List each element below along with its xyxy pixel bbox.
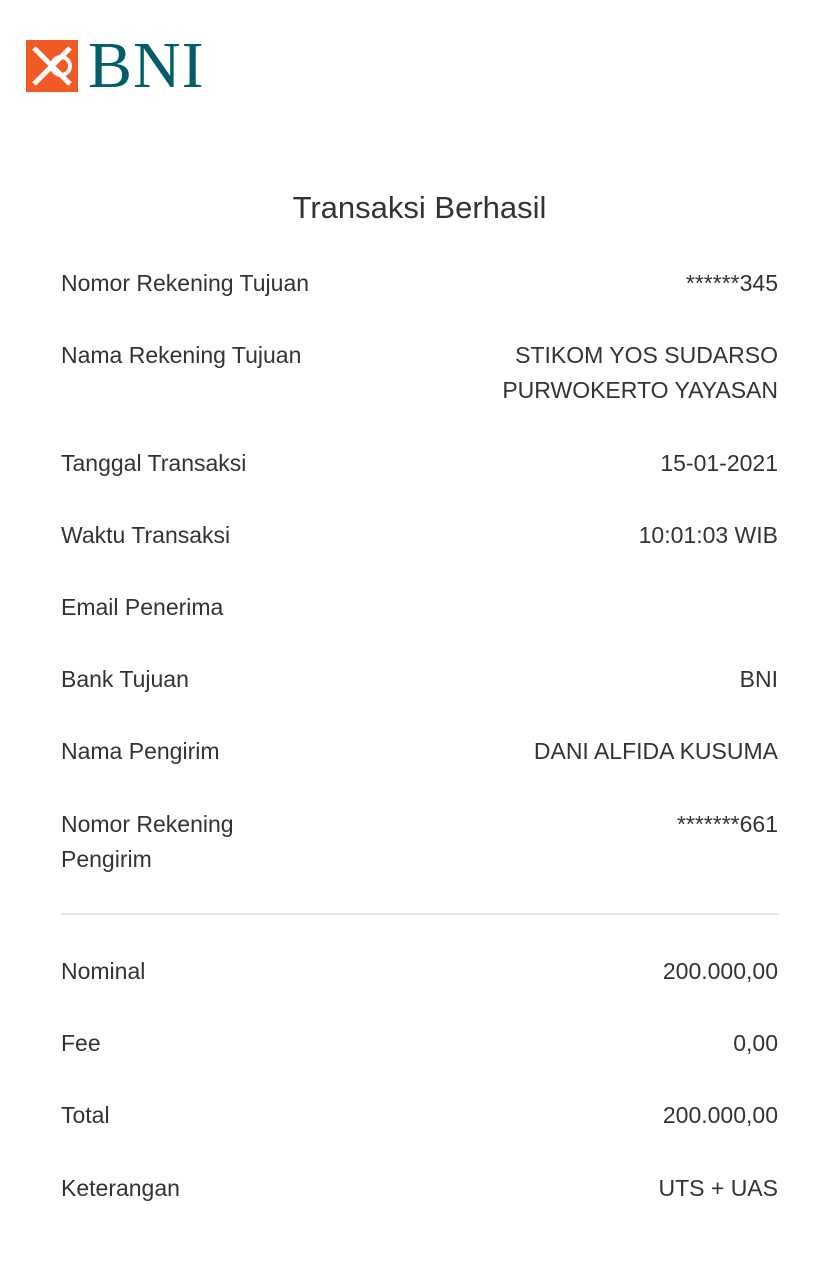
detail-label: Nama Pengirim xyxy=(61,738,220,764)
detail-row-nama-pengirim: Nama Pengirim DANI ALFIDA KUSUMA xyxy=(61,734,778,769)
detail-label: Bank Tujuan xyxy=(61,666,189,692)
detail-row-nama-rekening-tujuan: Nama Rekening Tujuan STIKOM YOS SUDARSO … xyxy=(61,338,778,408)
detail-row-tanggal-transaksi: Tanggal Transaksi 15-01-2021 xyxy=(61,446,778,481)
detail-value: STIKOM YOS SUDARSO PURWOKERTO YAYASAN xyxy=(502,342,778,403)
section-divider xyxy=(61,913,778,915)
amount-value: UTS + UAS xyxy=(658,1175,778,1201)
detail-label: Tanggal Transaksi xyxy=(61,450,247,476)
amount-row-nominal: Nominal 200.000,00 xyxy=(61,954,778,989)
amount-label: Total xyxy=(61,1102,110,1128)
detail-label: Nomor Rekening Pengirim xyxy=(61,811,234,872)
detail-value: BNI xyxy=(739,666,778,692)
amount-value: 0,00 xyxy=(733,1030,778,1056)
bni-logo-icon xyxy=(26,40,78,92)
amount-value: 200.000,00 xyxy=(662,1102,778,1128)
detail-value: 15-01-2021 xyxy=(660,450,778,476)
detail-row-waktu-transaksi: Waktu Transaksi 10:01:03 WIB xyxy=(61,518,778,553)
detail-label: Email Penerima xyxy=(61,594,224,620)
detail-label: Waktu Transaksi xyxy=(61,522,231,548)
detail-row-nomor-rekening-tujuan: Nomor Rekening Tujuan ******345 xyxy=(61,266,778,301)
detail-label: Nomor Rekening Tujuan xyxy=(61,270,310,296)
page-title: Transaksi Berhasil xyxy=(292,190,547,225)
bni-logo-text: BNI xyxy=(88,29,205,102)
detail-value: DANI ALFIDA KUSUMA xyxy=(533,738,778,764)
amount-row-keterangan: Keterangan UTS + UAS xyxy=(61,1171,778,1206)
amount-row-total: Total 200.000,00 xyxy=(61,1098,778,1133)
amount-row-fee: Fee 0,00 xyxy=(61,1026,778,1061)
detail-value: *******661 xyxy=(676,811,778,837)
amount-label: Nominal xyxy=(61,958,146,984)
amount-value: 200.000,00 xyxy=(662,958,778,984)
amount-label: Fee xyxy=(61,1030,101,1056)
detail-row-nomor-rekening-pengirim: Nomor Rekening Pengirim *******661 xyxy=(61,807,778,877)
detail-row-email-penerima: Email Penerima xyxy=(61,590,778,625)
amount-label: Keterangan xyxy=(61,1175,180,1201)
detail-value: 10:01:03 WIB xyxy=(638,522,778,548)
detail-label: Nama Rekening Tujuan xyxy=(61,342,302,368)
detail-value: ******345 xyxy=(685,270,778,296)
bni-logo: BNI xyxy=(26,29,205,102)
detail-row-bank-tujuan: Bank Tujuan BNI xyxy=(61,662,778,697)
